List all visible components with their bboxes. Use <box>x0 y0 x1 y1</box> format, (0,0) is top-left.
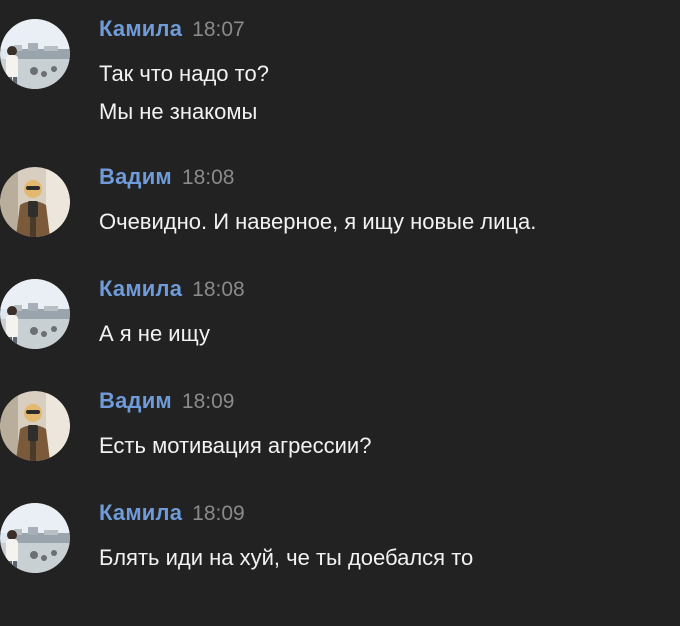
message-text: Очевидно. И наверное, я ищу новые лица. <box>99 209 537 234</box>
author-name[interactable]: Вадим <box>99 388 172 413</box>
avatar-kamila[interactable] <box>0 19 70 89</box>
avatar-kamila[interactable] <box>0 279 70 349</box>
message-time: 18:09 <box>192 502 245 525</box>
kamila-avatar-icon <box>0 19 70 89</box>
chat-message: Камила 18:08 А я не ищу <box>0 277 680 357</box>
message-text: Мы не знакомы <box>99 99 258 124</box>
message-header: Камила 18:07 <box>99 16 245 42</box>
message-time: 18:08 <box>181 166 235 189</box>
author-name[interactable]: Камила <box>99 276 182 301</box>
message-time: 18:07 <box>192 18 245 41</box>
author-name[interactable]: Камила <box>99 500 182 525</box>
message-header: Камила 18:08 <box>99 276 245 302</box>
message-time: 18:09 <box>181 390 235 413</box>
chat-message: Камила 18:07 Так что надо то? Мы не знако… <box>0 17 680 127</box>
avatar-vadim[interactable] <box>0 391 70 461</box>
vadim-avatar-icon <box>0 391 70 461</box>
message-text: Есть мотивация агрессии? <box>99 433 372 458</box>
chat-message: Вадим 18:08 Очевидно. И наверное, я ищу н… <box>0 165 680 245</box>
chat-message-list: Камила 18:07 Так что надо то? Мы не знако… <box>0 0 680 626</box>
message-text: Так что надо то? <box>99 61 269 86</box>
chat-message: Вадим 18:09 Есть мотивация агрессии? <box>0 389 680 469</box>
message-header: Камила 18:09 <box>99 500 245 526</box>
avatar-vadim[interactable] <box>0 167 70 237</box>
kamila-avatar-icon <box>0 503 70 573</box>
author-name[interactable]: Вадим <box>99 164 172 189</box>
vadim-avatar-icon <box>0 167 70 237</box>
message-time: 18:08 <box>192 278 245 301</box>
avatar-kamila[interactable] <box>0 503 70 573</box>
chat-message: Камила 18:09 Блять иди на хуй, че ты доеб… <box>0 501 680 581</box>
author-name[interactable]: Камила <box>99 16 182 41</box>
message-header: Вадим 18:09 <box>99 388 235 414</box>
kamila-avatar-icon <box>0 279 70 349</box>
message-text: Блять иди на хуй, че ты доебался то <box>99 545 474 570</box>
message-text: А я не ищу <box>99 321 210 346</box>
message-header: Вадим 18:08 <box>99 164 235 190</box>
